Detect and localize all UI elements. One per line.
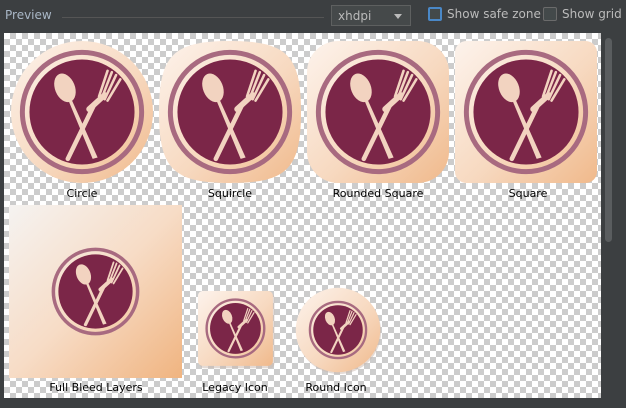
checkbox-box[interactable] [543, 7, 557, 21]
icon-caption: Squircle [207, 187, 253, 200]
checkbox-box[interactable] [428, 7, 442, 21]
preview-toolbar: Preview xhdpi Show safe zone Show grid [0, 0, 626, 32]
chevron-down-icon [394, 14, 402, 19]
preview-title: Preview [5, 8, 52, 22]
icon-caption: Square [508, 187, 548, 200]
icon-caption: Legacy Icon [202, 381, 268, 394]
round-icon-preview [294, 286, 382, 374]
scrollbar-thumb[interactable] [605, 38, 612, 242]
icon-caption: Rounded Square [332, 187, 424, 200]
title-separator [62, 17, 324, 18]
full-bleed-layers-preview [9, 205, 182, 378]
square-icon-preview [455, 41, 597, 183]
squircle-icon-preview [159, 41, 301, 183]
icon-caption: Full Bleed Layers [49, 381, 143, 394]
density-dropdown[interactable]: xhdpi [331, 5, 411, 26]
circle-icon-preview [11, 41, 153, 183]
rounded-square-icon-preview [307, 41, 449, 183]
show-grid-label: Show grid [562, 7, 622, 21]
show-safe-zone-label: Show safe zone [447, 7, 541, 21]
icon-caption: Round Icon [305, 381, 367, 394]
icon-caption: Circle [66, 187, 98, 200]
icon-preview-canvas: Circle Squircle Rounded Square Square Fu… [4, 33, 601, 398]
legacy-icon-preview [198, 291, 276, 369]
density-value: xhdpi [338, 9, 372, 23]
bottom-border [0, 398, 626, 408]
